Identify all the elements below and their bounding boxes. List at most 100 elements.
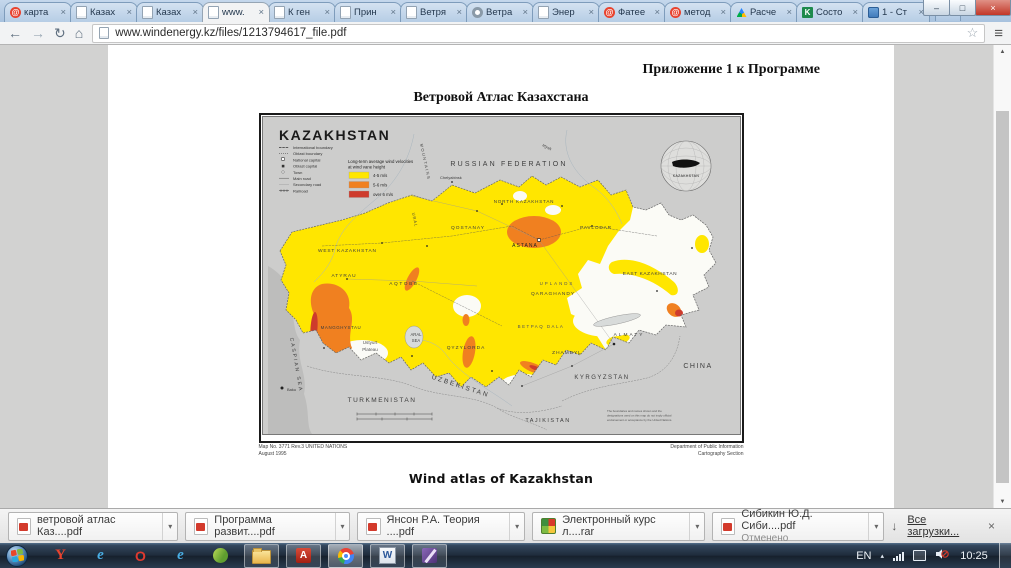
download-item-cancelled[interactable]: Сибикин Ю.Д. Сиби....pdf Отменено ▾ — [712, 512, 884, 541]
tab-close-icon[interactable]: × — [852, 8, 858, 17]
download-dropdown-icon[interactable]: ▾ — [509, 513, 524, 540]
download-dropdown-icon[interactable]: ▾ — [162, 513, 177, 540]
map-label-kyrgyzstan: KYRGYZSTAN — [574, 375, 629, 381]
map-footer-left: August 1995 — [259, 451, 348, 458]
browser-tab[interactable]: Прин × — [334, 2, 402, 22]
download-item[interactable]: Янсон Р.А. Теория ....pdf ▾ — [357, 512, 525, 541]
tab-close-icon[interactable]: × — [786, 8, 792, 17]
taskbar-acrobat-button[interactable]: A — [286, 544, 321, 568]
document-favicon-icon — [142, 6, 153, 19]
map-label-chelyabinsk: Chelyabinsk — [440, 175, 462, 180]
browser-tab[interactable]: @ Фатее × — [598, 2, 666, 22]
volume-muted-icon[interactable] — [935, 548, 949, 563]
tab-close-icon[interactable]: × — [654, 8, 660, 17]
signal-bars-icon[interactable] — [893, 551, 904, 561]
bookmark-star-icon[interactable]: ☆ — [967, 25, 979, 41]
browser-tab[interactable]: Расче × — [730, 2, 798, 22]
reload-button-icon[interactable]: ↻ — [54, 26, 66, 40]
back-button-icon[interactable]: ← — [8, 26, 22, 40]
download-dropdown-icon[interactable]: ▾ — [689, 513, 704, 540]
taskbar-chrome-button[interactable] — [328, 544, 363, 568]
tab-close-icon[interactable]: × — [390, 8, 396, 17]
scroll-up-icon[interactable]: ▲ — [994, 45, 1011, 58]
tab-label: Расче — [750, 7, 783, 18]
forward-button-icon[interactable]: → — [31, 26, 45, 40]
scrollbar-thumb[interactable] — [996, 111, 1009, 483]
browser-tab[interactable]: Казах × — [136, 2, 204, 22]
download-item[interactable]: ветровой атлас Каз....pdf ▾ — [8, 512, 178, 541]
mailru-favicon-icon: @ — [670, 7, 681, 18]
doc-header-note: Приложение 1 к Программе — [108, 45, 894, 78]
tab-close-icon[interactable]: × — [456, 8, 462, 17]
tab-close-icon[interactable]: × — [258, 8, 264, 17]
pdf-file-icon — [366, 518, 380, 535]
map-label-qyzylorda: QYZYLORDA — [446, 345, 485, 351]
maximize-button[interactable]: □ — [949, 0, 976, 16]
download-filename[interactable]: Сибикин Ю.Д. Сиби....pdf — [741, 508, 860, 533]
zona-icon — [213, 548, 228, 563]
browser-tab[interactable]: @ карта × — [4, 2, 72, 22]
tab-close-icon[interactable]: × — [60, 8, 66, 17]
tab-close-icon[interactable]: × — [126, 8, 132, 17]
network-icon[interactable] — [913, 550, 926, 561]
document-favicon-icon — [274, 6, 285, 19]
map-label-pavlodar: PAVLODAR — [580, 225, 612, 231]
url-text[interactable]: www.windenergy.kz/files/1213794617_file.… — [115, 27, 346, 39]
tab-close-icon[interactable]: × — [324, 8, 330, 17]
taskbar-yandex-button[interactable]: Y — [44, 545, 77, 567]
map-label-china: CHINA — [683, 363, 712, 370]
download-filename[interactable]: Электронный курс л....rar — [562, 514, 681, 538]
vertical-scrollbar[interactable]: ▲ ▼ — [993, 45, 1011, 508]
home-button-icon[interactable]: ⌂ — [75, 26, 83, 40]
browser-tab[interactable]: K Состо × — [796, 2, 864, 22]
map-label-ustyurt: Plateau — [362, 347, 378, 352]
taskbar-purple-app-button[interactable] — [412, 544, 447, 568]
browser-tab[interactable]: @ метод × — [664, 2, 732, 22]
browser-tab[interactable]: К ген × — [268, 2, 336, 22]
download-filename[interactable]: Янсон Р.А. Теория ....pdf — [387, 514, 502, 538]
downloads-bar-close-icon[interactable]: × — [984, 519, 999, 533]
language-indicator[interactable]: EN — [856, 550, 871, 562]
all-downloads-link[interactable]: Все загрузки... — [907, 514, 974, 538]
page-favicon-icon — [99, 27, 109, 39]
show-desktop-button[interactable] — [999, 543, 1011, 568]
tab-label: Казах — [156, 7, 189, 18]
browser-tab[interactable]: Казах × — [70, 2, 138, 22]
menu-hamburger-icon[interactable]: ≡ — [994, 25, 1003, 42]
download-item[interactable]: Электронный курс л....rar ▾ — [532, 512, 705, 541]
download-dropdown-icon[interactable]: ▾ — [868, 513, 883, 540]
download-filename[interactable]: ветровой атлас Каз....pdf — [37, 514, 154, 538]
tab-close-icon[interactable]: × — [720, 8, 726, 17]
legend-item: Oblast capital — [293, 164, 317, 169]
browser-tab[interactable]: 1 - Ст × — [862, 2, 930, 22]
tab-close-icon[interactable]: × — [588, 8, 594, 17]
internet-explorer-icon: e — [177, 547, 184, 564]
taskbar-explorer-button[interactable] — [244, 544, 279, 568]
taskbar-opera-button[interactable]: O — [124, 545, 157, 567]
tab-close-icon[interactable]: × — [192, 8, 198, 17]
browser-tab-active[interactable]: www. × — [202, 2, 270, 22]
tab-close-icon[interactable]: × — [522, 8, 528, 17]
legend-class-label: 4-5 m/s — [373, 173, 387, 178]
browser-tab[interactable]: Ветра × — [466, 2, 534, 22]
tray-expand-icon[interactable]: ▴ — [880, 552, 884, 560]
taskbar-clock[interactable]: 10:25 — [958, 550, 990, 562]
browser-tab[interactable]: Энер × — [532, 2, 600, 22]
download-dropdown-icon[interactable]: ▾ — [335, 513, 350, 540]
map-label-astana: ASTANA — [512, 243, 538, 249]
taskbar-zona-button[interactable] — [204, 545, 237, 567]
browser-tab[interactable]: Ветря × — [400, 2, 468, 22]
start-button[interactable] — [2, 543, 32, 568]
download-item[interactable]: Программа развит....pdf ▾ — [185, 512, 350, 541]
minimize-button[interactable]: – — [923, 0, 950, 16]
legend-item: Town — [293, 170, 302, 175]
taskbar-word-button[interactable]: W — [370, 544, 405, 568]
taskbar-ie2-button[interactable]: e — [164, 545, 197, 567]
taskbar-ie-button[interactable]: e — [84, 545, 117, 567]
document-favicon-icon — [406, 6, 417, 19]
address-bar[interactable]: www.windenergy.kz/files/1213794617_file.… — [92, 24, 985, 43]
globe-inset: KAZAKHSTAN — [661, 141, 711, 191]
download-filename[interactable]: Программа развит....pdf — [214, 514, 326, 538]
close-window-button[interactable]: × — [975, 0, 1011, 16]
scroll-down-icon[interactable]: ▼ — [994, 495, 1011, 508]
